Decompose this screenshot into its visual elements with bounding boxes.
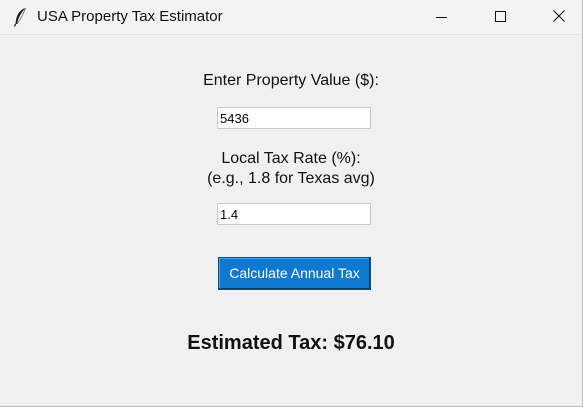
property-value-label: Enter Property Value ($):	[203, 72, 379, 89]
app-window: USA Property Tax Estimator Enter Propert…	[0, 0, 583, 407]
maximize-button[interactable]	[477, 0, 523, 34]
maximize-icon	[495, 11, 506, 22]
calculate-button[interactable]: Calculate Annual Tax	[218, 257, 371, 290]
tax-rate-label: Local Tax Rate (%):	[221, 150, 361, 167]
close-button[interactable]	[536, 0, 582, 34]
minimize-icon	[436, 17, 447, 18]
property-value-input[interactable]	[217, 107, 371, 129]
estimated-tax-result: Estimated Tax: $76.10	[187, 332, 395, 354]
close-icon	[553, 10, 565, 22]
tax-rate-hint: (e.g., 1.8 for Texas avg)	[207, 170, 375, 187]
feather-icon	[13, 7, 27, 27]
tax-rate-input[interactable]	[217, 203, 371, 225]
minimize-button[interactable]	[418, 0, 464, 34]
window-title: USA Property Tax Estimator	[37, 8, 223, 25]
title-bar[interactable]: USA Property Tax Estimator	[0, 0, 582, 35]
